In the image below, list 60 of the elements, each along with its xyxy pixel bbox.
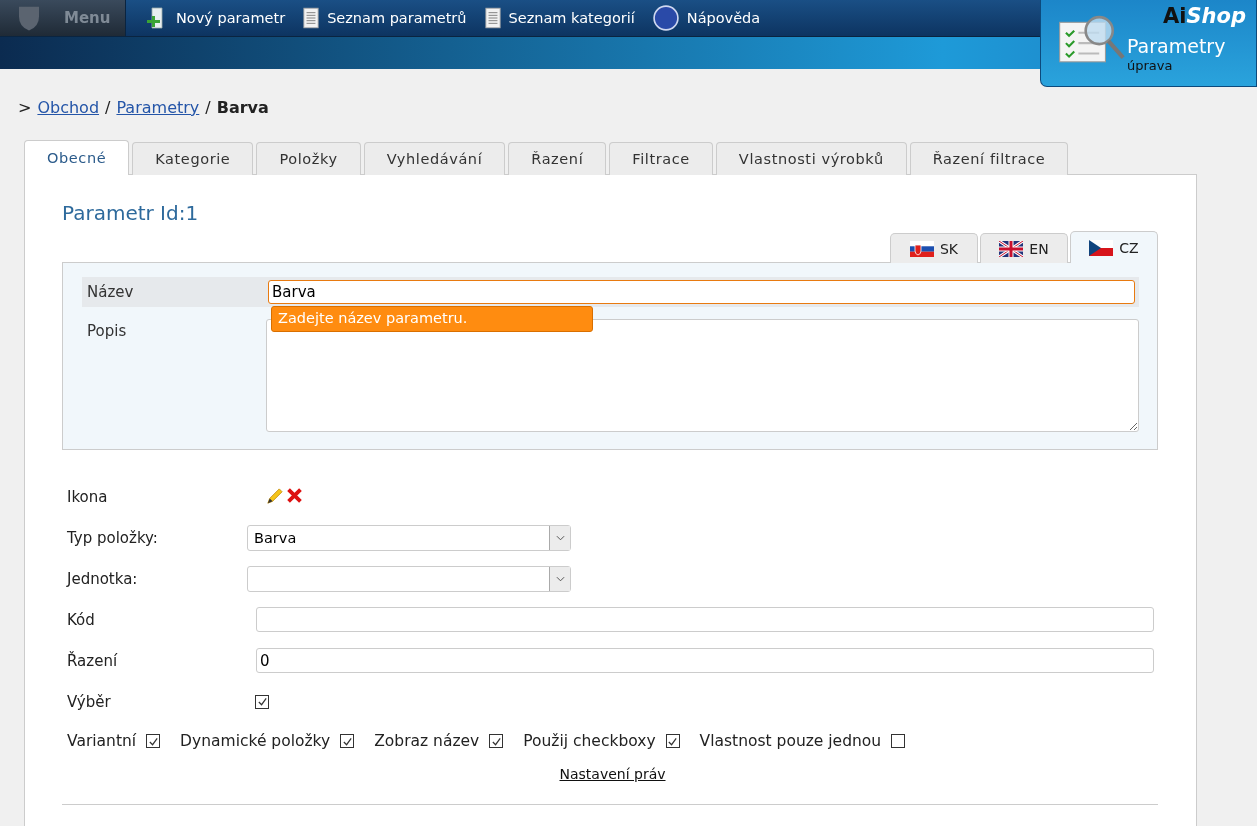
text-input[interactable]: 0 bbox=[256, 648, 1154, 673]
checkbox[interactable] bbox=[255, 694, 269, 709]
tab[interactable]: Řazení filtrace bbox=[909, 142, 1069, 175]
field-label: Název bbox=[87, 283, 135, 301]
chevron-down-icon bbox=[555, 575, 565, 582]
option-label: Zobraz název bbox=[374, 732, 480, 750]
option-label: Variantní bbox=[67, 732, 137, 750]
text-input[interactable] bbox=[256, 607, 1154, 632]
checkbox[interactable] bbox=[340, 734, 355, 748]
option-label: Použij checkboxy bbox=[523, 732, 656, 750]
tab[interactable]: Obecné bbox=[24, 140, 130, 175]
pencil-icon[interactable] bbox=[265, 487, 284, 506]
nav-link[interactable]: Seznam parametrů bbox=[303, 7, 467, 29]
tab[interactable]: Položky bbox=[256, 142, 361, 175]
option-label: Vlastnost pouze jednou bbox=[699, 732, 882, 750]
breadcrumb-link[interactable]: Parametry bbox=[116, 98, 200, 126]
breadcrumb-separator: / bbox=[105, 98, 111, 119]
checkbox[interactable] bbox=[146, 734, 161, 748]
breadcrumb-prefix: > bbox=[18, 98, 32, 119]
page-title: Parametry bbox=[1127, 35, 1226, 57]
document-icon bbox=[484, 7, 501, 29]
document-icon bbox=[303, 7, 320, 29]
field-label: Ikona bbox=[67, 487, 109, 506]
tab[interactable]: Vlastnosti výrobků bbox=[715, 142, 907, 175]
checkbox[interactable] bbox=[665, 734, 680, 748]
language-tab[interactable]: EN bbox=[980, 233, 1068, 263]
page-subtitle: úprava bbox=[1127, 58, 1173, 73]
section-heading: Parametr Id:1 bbox=[62, 201, 200, 227]
breadcrumb-current: Barva bbox=[216, 98, 269, 119]
tab[interactable]: Filtrace bbox=[609, 142, 713, 175]
chevron-down-icon bbox=[555, 534, 565, 541]
tab[interactable]: Vyhledávání bbox=[363, 142, 506, 175]
field-label: Kód bbox=[67, 610, 96, 629]
field-label: Výběr bbox=[67, 692, 112, 711]
field-label: Jednotka: bbox=[67, 569, 139, 588]
delete-icon[interactable] bbox=[286, 487, 303, 504]
field-label: Řazení bbox=[67, 651, 119, 670]
dropdown[interactable]: Barva bbox=[247, 524, 571, 551]
language-tab[interactable]: CZ bbox=[1070, 231, 1158, 263]
flag-icon bbox=[1089, 239, 1114, 256]
breadcrumb-separator: / bbox=[205, 98, 211, 119]
nav-link[interactable]: Seznam kategorií bbox=[484, 7, 635, 29]
checkbox[interactable] bbox=[891, 734, 906, 748]
checkbox[interactable] bbox=[489, 734, 504, 748]
name-input[interactable]: Barva bbox=[268, 280, 1135, 304]
breadcrumb-link[interactable]: Obchod bbox=[37, 98, 100, 126]
tab[interactable]: Řazení bbox=[508, 142, 607, 175]
flag-icon bbox=[999, 240, 1024, 257]
language-tab[interactable]: SK bbox=[890, 233, 978, 263]
tab[interactable]: Kategorie bbox=[132, 142, 254, 175]
nav-link[interactable]: Nový parametr bbox=[144, 6, 286, 30]
permissions-link[interactable]: Nastavení práv bbox=[559, 766, 666, 782]
field-label: Typ položky: bbox=[67, 528, 159, 547]
validation-tooltip: Zadejte název parametru. bbox=[271, 306, 593, 332]
option-label: Dynamické položky bbox=[180, 732, 331, 750]
brand-logo: AiShop bbox=[1163, 4, 1246, 28]
nav-link[interactable]: Nápověda bbox=[652, 5, 761, 31]
field-label: Popis bbox=[87, 321, 128, 342]
flag-icon bbox=[909, 240, 934, 257]
help-icon bbox=[652, 5, 679, 31]
